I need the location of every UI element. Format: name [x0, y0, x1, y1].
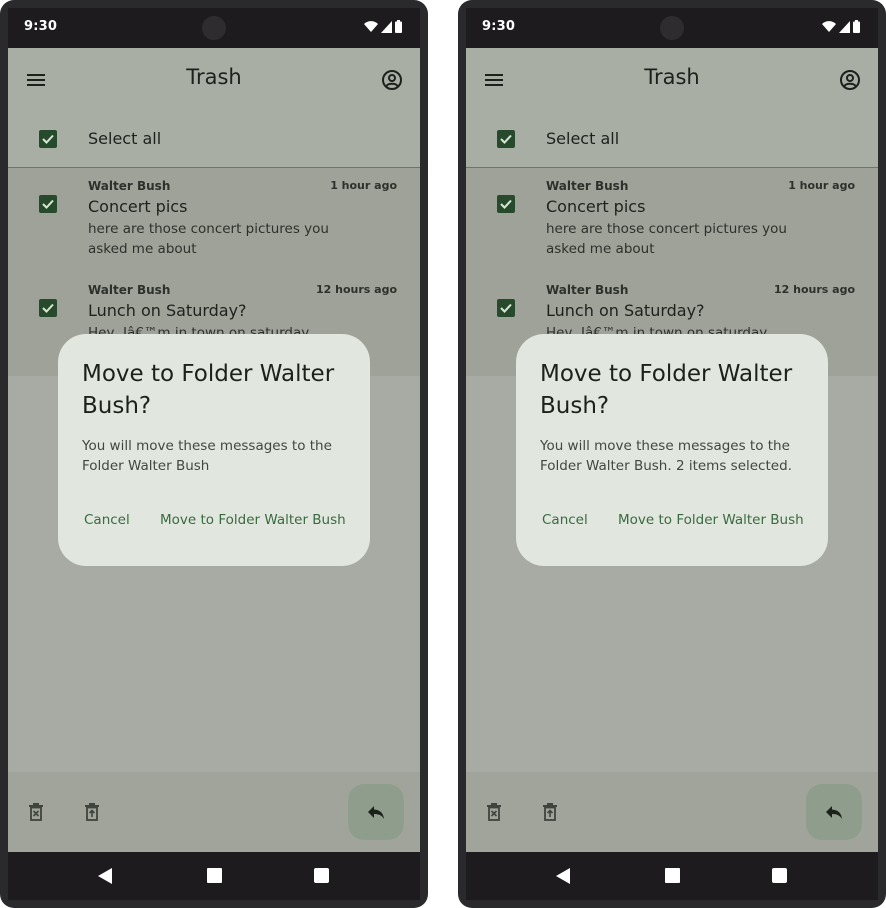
delete-forever-button[interactable]: [484, 802, 504, 822]
move-dialog: Move to Folder Walter Bush? You will mov…: [516, 334, 828, 566]
select-all-checkbox[interactable]: [497, 130, 515, 148]
delete-forever-button[interactable]: [26, 802, 46, 822]
select-all-row[interactable]: Select all: [8, 112, 420, 168]
dialog-body: You will move these messages to the Fold…: [540, 438, 792, 474]
check-icon: [42, 303, 54, 313]
back-icon[interactable]: [556, 868, 571, 884]
reply-fab[interactable]: [348, 784, 404, 840]
restore-from-trash-icon: [85, 803, 99, 821]
check-icon: [42, 199, 54, 209]
camera-cutout: [202, 16, 226, 40]
phone-frame-left: 9:30 Trash Select all Walter Bush 1 hour…: [0, 0, 428, 908]
check-icon: [500, 303, 512, 313]
message-preview: here are those concert pictures you aske…: [546, 221, 787, 257]
item-checkbox[interactable]: [39, 195, 57, 213]
bottom-app-bar: [466, 772, 878, 852]
dialog-title: Move to Folder Walter Bush?: [540, 361, 793, 419]
message-time: 1 hour ago: [788, 179, 855, 192]
cell-signal-icon: [381, 20, 392, 33]
status-bar: 9:30: [466, 8, 878, 48]
select-all-label: Select all: [88, 129, 162, 148]
check-icon: [42, 134, 54, 144]
restore-from-trash-button[interactable]: [540, 802, 560, 822]
screen: 9:30 Trash Select all Walter Bush 1 hour…: [466, 8, 878, 900]
screen: 9:30 Trash Select all Walter Bush 1 hour…: [8, 8, 420, 900]
reply-icon: [368, 806, 384, 819]
message-subject: Lunch on Saturday?: [88, 301, 247, 320]
message-preview: here are those concert pictures you aske…: [88, 221, 329, 257]
message-sender: Walter Bush: [546, 179, 629, 193]
cell-signal-icon: [839, 20, 850, 33]
account-circle-icon: [382, 70, 402, 90]
message-sender: Walter Bush: [546, 283, 629, 297]
message-subject: Concert pics: [88, 197, 188, 216]
check-icon: [500, 199, 512, 209]
recents-icon[interactable]: [772, 868, 787, 883]
message-subject: Lunch on Saturday?: [546, 301, 705, 320]
back-icon[interactable]: [98, 868, 113, 884]
select-all-row[interactable]: Select all: [466, 112, 878, 168]
status-bar: 9:30: [8, 8, 420, 48]
status-time: 9:30: [482, 19, 516, 34]
wifi-icon: [822, 20, 836, 32]
top-app-bar: Trash: [8, 48, 420, 112]
select-all-checkbox[interactable]: [39, 130, 57, 148]
reply-icon: [826, 806, 842, 819]
account-circle-icon: [840, 70, 860, 90]
battery-icon: [853, 20, 860, 33]
list-item[interactable]: Walter Bush 1 hour ago Concert pics here…: [8, 168, 420, 272]
camera-cutout: [660, 16, 684, 40]
system-nav-bar: [466, 852, 878, 900]
delete-forever-icon: [29, 803, 43, 821]
move-to-folder-button[interactable]: Move to Folder Walter Bush: [160, 512, 346, 528]
system-nav-bar: [8, 852, 420, 900]
item-checkbox[interactable]: [39, 299, 57, 317]
dialog-title: Move to Folder Walter Bush?: [82, 361, 335, 419]
status-icons: [822, 20, 860, 33]
item-checkbox[interactable]: [497, 299, 515, 317]
message-sender: Walter Bush: [88, 283, 171, 297]
move-dialog: Move to Folder Walter Bush? You will mov…: [58, 334, 370, 566]
recents-icon[interactable]: [314, 868, 329, 883]
item-checkbox[interactable]: [497, 195, 515, 213]
cancel-button[interactable]: Cancel: [542, 512, 588, 528]
home-icon[interactable]: [665, 868, 680, 883]
message-sender: Walter Bush: [88, 179, 171, 193]
message-time: 12 hours ago: [315, 283, 397, 296]
message-subject: Concert pics: [546, 197, 646, 216]
home-icon[interactable]: [207, 868, 222, 883]
message-time: 1 hour ago: [330, 179, 397, 192]
delete-forever-icon: [487, 803, 501, 821]
move-to-folder-button[interactable]: Move to Folder Walter Bush: [618, 512, 804, 528]
account-button[interactable]: [380, 68, 404, 92]
message-time: 12 hours ago: [773, 283, 855, 296]
status-icons: [364, 20, 402, 33]
list-item[interactable]: Walter Bush 1 hour ago Concert pics here…: [466, 168, 878, 272]
restore-from-trash-button[interactable]: [82, 802, 102, 822]
select-all-label: Select all: [546, 129, 620, 148]
cancel-button[interactable]: Cancel: [84, 512, 130, 528]
dialog-body: You will move these messages to the Fold…: [82, 438, 332, 474]
status-time: 9:30: [24, 19, 58, 34]
reply-fab[interactable]: [806, 784, 862, 840]
check-icon: [500, 134, 512, 144]
page-title: Trash: [186, 65, 242, 89]
phone-frame-right: 9:30 Trash Select all Walter Bush 1 hour…: [458, 0, 886, 908]
restore-from-trash-icon: [543, 803, 557, 821]
wifi-icon: [364, 20, 378, 32]
page-title: Trash: [644, 65, 700, 89]
top-app-bar: Trash: [466, 48, 878, 112]
account-button[interactable]: [838, 68, 862, 92]
battery-icon: [395, 20, 402, 33]
bottom-app-bar: [8, 772, 420, 852]
